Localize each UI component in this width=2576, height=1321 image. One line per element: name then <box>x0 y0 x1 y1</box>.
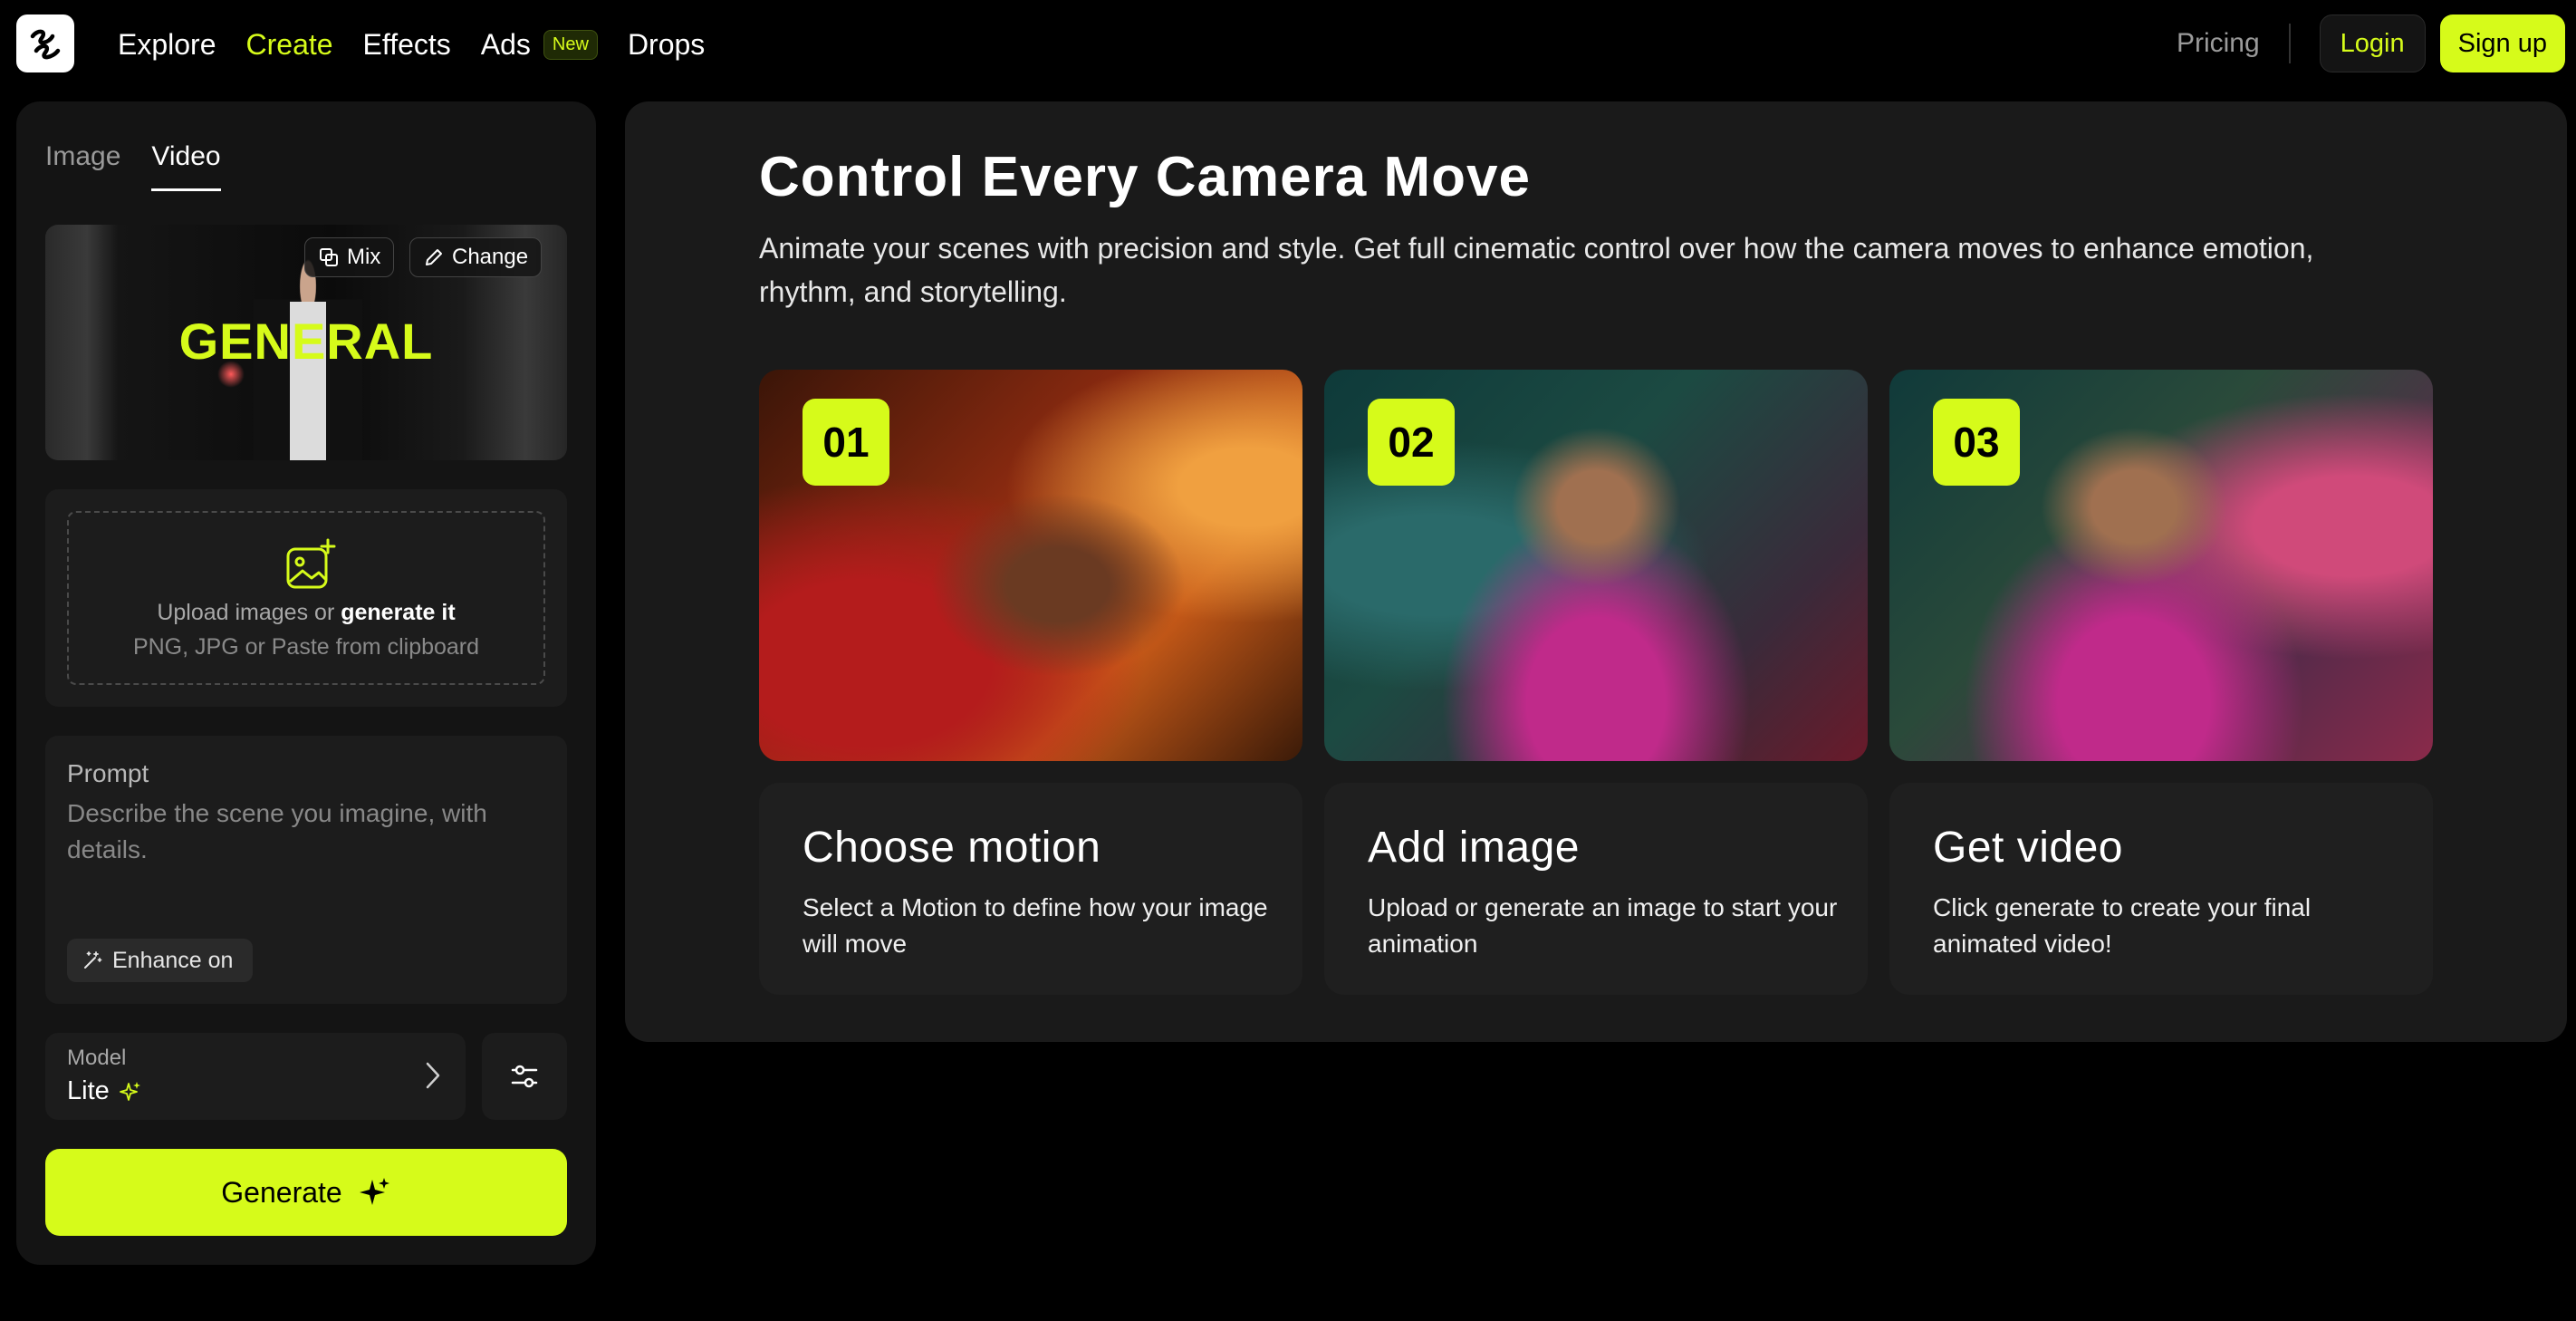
upload-area[interactable]: Upload images or generate it PNG, JPG or… <box>45 489 567 707</box>
enhance-label: Enhance on <box>112 947 234 973</box>
nav-divider <box>2288 24 2291 63</box>
change-button[interactable]: Change <box>409 237 543 277</box>
nav-ads-label[interactable]: Ads <box>481 28 531 62</box>
model-label: Model <box>67 1046 127 1070</box>
sparkle-icon <box>119 1081 140 1101</box>
mix-icon <box>320 248 338 266</box>
step-title-1: Choose motion <box>803 824 1101 872</box>
step-description-2: Upload or generate an image to start you… <box>1368 893 1838 958</box>
step-description-1: Select a Motion to define how your image… <box>803 893 1268 958</box>
upload-formats: PNG, JPG or Paste from clipboard <box>132 634 480 660</box>
step-number-3: 03 <box>1933 399 2020 486</box>
top-navigation: Explore Create Effects Ads New Drops Pri… <box>0 0 2576 89</box>
sliders-icon <box>511 1065 538 1088</box>
mix-button[interactable]: Mix <box>304 237 395 277</box>
preview-overlay-text: GENERAL <box>178 313 434 370</box>
step-card-1: Choose motion Select a Motion to define … <box>759 783 1302 995</box>
tab-image[interactable]: Image <box>45 141 120 191</box>
sparkle-icon <box>359 1178 389 1205</box>
model-value-row: Lite <box>67 1076 142 1106</box>
signup-button[interactable]: Sign up <box>2439 14 2565 72</box>
motion-preview[interactable]: GENERAL Mix Change <box>45 225 567 460</box>
media-tabs: Image Video <box>45 141 221 191</box>
tab-video[interactable]: Video <box>151 141 221 191</box>
pencil-icon <box>426 249 442 265</box>
prompt-area[interactable]: Prompt Describe the scene you imagine, w… <box>45 736 567 1004</box>
step-image-1: 01 <box>759 370 1302 761</box>
logo-icon[interactable] <box>16 14 74 72</box>
nav-drops[interactable]: Drops <box>628 28 705 62</box>
page-description: Animate your scenes with precision and s… <box>759 232 2314 308</box>
chevron-right-icon <box>426 1062 440 1089</box>
nav-right: Pricing Login Sign up <box>2177 14 2565 72</box>
nav-explore[interactable]: Explore <box>118 28 216 62</box>
add-image-icon <box>286 538 336 589</box>
step-card-3: Get video Click generate to create your … <box>1889 783 2433 995</box>
model-value: Lite <box>67 1076 110 1105</box>
settings-button[interactable] <box>482 1033 567 1120</box>
create-panel: Image Video GENERAL Mix Change Upload im… <box>16 101 596 1265</box>
pricing-link[interactable]: Pricing <box>2177 28 2260 59</box>
main-content: Control Every Camera Move Animate your s… <box>625 101 2567 1042</box>
generate-label: Generate <box>221 1175 342 1209</box>
change-label: Change <box>452 245 529 269</box>
magic-wand-icon <box>84 951 102 969</box>
enhance-toggle[interactable]: Enhance on <box>67 939 254 982</box>
step-card-2: Add image Upload or generate an image to… <box>1324 783 1868 995</box>
prompt-label: Prompt <box>67 759 149 787</box>
nav-create[interactable]: Create <box>246 28 333 62</box>
page-title: Control Every Camera Move <box>759 146 1531 208</box>
login-button[interactable]: Login <box>2319 14 2426 72</box>
generate-button[interactable]: Generate <box>45 1149 567 1236</box>
step-image-3: 03 <box>1889 370 2433 761</box>
main-nav: Explore Create Effects Ads New Drops <box>118 0 705 89</box>
model-selector[interactable]: Model Lite <box>45 1033 466 1120</box>
upload-instructions: Upload images or generate it <box>69 600 543 626</box>
upload-dropzone[interactable]: Upload images or generate it PNG, JPG or… <box>67 511 545 685</box>
step-number-2: 02 <box>1368 399 1455 486</box>
step-number-1: 01 <box>803 399 889 486</box>
mix-label: Mix <box>347 245 381 269</box>
generate-it-link[interactable]: generate it <box>341 600 455 625</box>
step-title-2: Add image <box>1368 824 1580 872</box>
step-description-3: Click generate to create your final anim… <box>1933 893 2312 958</box>
nav-effects[interactable]: Effects <box>363 28 451 62</box>
step-title-3: Get video <box>1933 824 2123 872</box>
nav-ads[interactable]: Ads New <box>481 28 598 62</box>
upload-prefix: Upload images or <box>157 600 341 625</box>
prompt-input[interactable]: Describe the scene you imagine, with det… <box>67 795 538 868</box>
new-badge: New <box>543 29 598 60</box>
step-image-2: 02 <box>1324 370 1868 761</box>
